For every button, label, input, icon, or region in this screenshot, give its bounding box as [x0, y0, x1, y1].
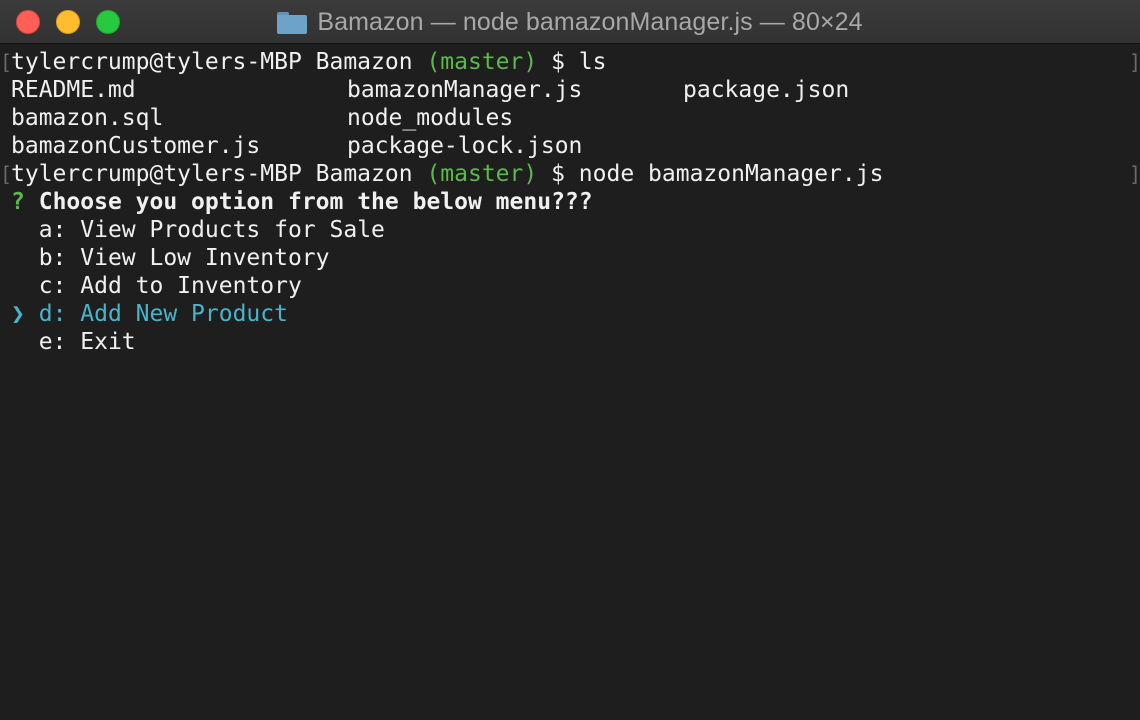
window-title-text: Bamazon — node bamazonManager.js — 80×24: [317, 7, 863, 36]
menu-question: Choose you option from the below menu???: [38, 189, 593, 215]
ls-output-row: bamazonCustomer.js package-lock.json: [11, 132, 1111, 160]
mark-right-bracket: ]: [1129, 162, 1140, 186]
prompt-line-2: tylercrump@tylers-MBP Bamazon (master) $…: [11, 160, 883, 188]
prompt-git-branch: (master): [426, 49, 538, 75]
window-title: Bamazon — node bamazonManager.js — 80×24: [0, 0, 1140, 44]
folder-icon: [277, 11, 308, 34]
ls-directory: node_modules: [347, 105, 514, 131]
menu-option-label: a: View Products for Sale: [38, 217, 385, 243]
menu-option-a[interactable]: a: View Products for Sale: [11, 216, 385, 244]
terminal-window: Bamazon — node bamazonManager.js — 80×24…: [0, 0, 1140, 720]
menu-option-label: b: View Low Inventory: [38, 245, 330, 271]
prompt-git-branch: (master): [426, 161, 538, 187]
mark-right-bracket: ]: [1129, 50, 1140, 74]
ls-file: bamazonCustomer.js: [11, 133, 261, 159]
ls-output-row: bamazon.sql node_modules: [11, 104, 1111, 132]
title-bar[interactable]: Bamazon — node bamazonManager.js — 80×24: [0, 0, 1140, 44]
ls-file: README.md: [11, 77, 136, 103]
menu-question-line: ? Choose you option from the below menu?…: [11, 188, 593, 216]
ls-file: bamazonManager.js: [347, 77, 583, 103]
command-text: ls: [578, 49, 607, 75]
prompt-dollar: $: [551, 161, 565, 187]
menu-option-c[interactable]: c: Add to Inventory: [11, 272, 302, 300]
prompt-user-host: tylercrump@tylers-MBP Bamazon: [11, 161, 413, 187]
menu-option-label: c: Add to Inventory: [38, 273, 302, 299]
menu-option-label: e: Exit: [38, 329, 136, 355]
ls-output-row: README.md bamazonManager.js package.json: [11, 76, 1111, 104]
terminal-content[interactable]: [ tylercrump@tylers-MBP Bamazon (master)…: [0, 48, 1140, 720]
ls-file: package.json: [683, 77, 850, 103]
pointer-icon: ❯: [11, 301, 25, 327]
prompt-line-1: tylercrump@tylers-MBP Bamazon (master) $…: [11, 48, 607, 76]
question-mark-icon: ?: [11, 189, 25, 215]
menu-option-d-selected[interactable]: ❯ d: Add New Product: [11, 300, 288, 328]
menu-option-b[interactable]: b: View Low Inventory: [11, 244, 330, 272]
command-text: node bamazonManager.js: [578, 161, 884, 187]
ls-file: package-lock.json: [347, 133, 583, 159]
menu-option-e[interactable]: e: Exit: [11, 328, 136, 356]
prompt-user-host: tylercrump@tylers-MBP Bamazon: [11, 49, 413, 75]
menu-option-label: d: Add New Product: [38, 301, 288, 327]
ls-file: bamazon.sql: [11, 105, 164, 131]
prompt-dollar: $: [551, 49, 565, 75]
